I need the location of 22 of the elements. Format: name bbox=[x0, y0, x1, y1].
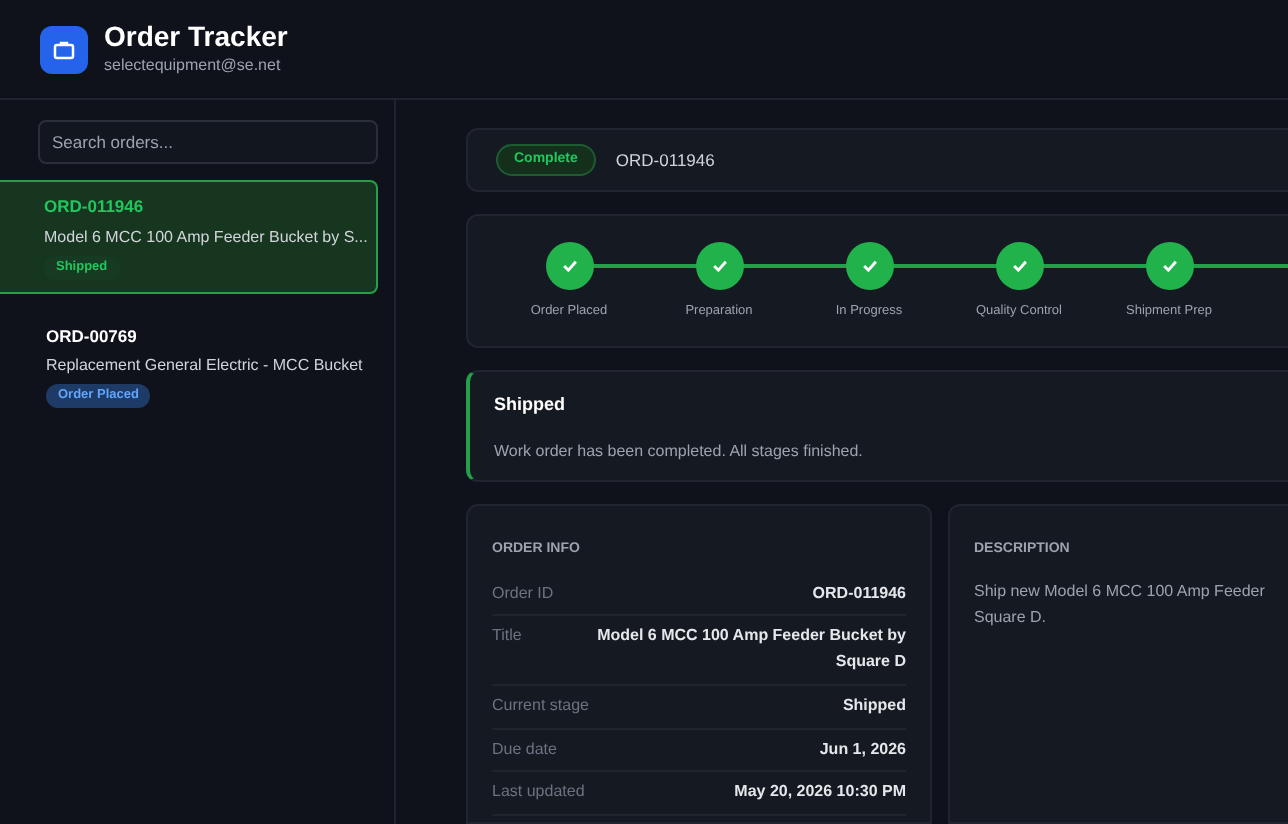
order-id: ORD-011946 bbox=[44, 194, 146, 220]
info-value: Model 6 MCC 100 Amp Feeder Bucket by Square D bbox=[595, 624, 906, 675]
briefcase-icon bbox=[40, 25, 88, 73]
order-id: ORD-00769 bbox=[46, 323, 139, 349]
app-title: Order Tracker bbox=[104, 19, 288, 55]
info-value: May 20, 2026 10:30 PM bbox=[734, 780, 906, 805]
description-text: Square D. bbox=[974, 606, 1049, 631]
info-label: Title bbox=[492, 624, 522, 649]
info-label: Current stage bbox=[492, 693, 589, 718]
info-label: Order ID bbox=[492, 581, 554, 605]
info-value: Jun 1, 2026 bbox=[819, 737, 906, 762]
order-id: ORD-011946 bbox=[615, 147, 715, 173]
search-field[interactable]: Search orders... bbox=[38, 120, 378, 164]
info-value: ORD-011946 bbox=[812, 581, 906, 605]
order-title: Replacement General Electric - MCC Bucket bbox=[46, 354, 360, 379]
notice-title: Shipped bbox=[494, 392, 567, 419]
info-label: Due date bbox=[492, 737, 557, 762]
info-value: Shipped bbox=[842, 693, 906, 718]
info-label: Last updated bbox=[492, 780, 585, 805]
notice-message: Work order has been completed. All stages finished. bbox=[494, 439, 865, 464]
user-email: selectequipment@se.net bbox=[104, 54, 283, 79]
description-text: Ship new Model 6 MCC 100 Amp Feeder bbox=[974, 579, 1267, 604]
